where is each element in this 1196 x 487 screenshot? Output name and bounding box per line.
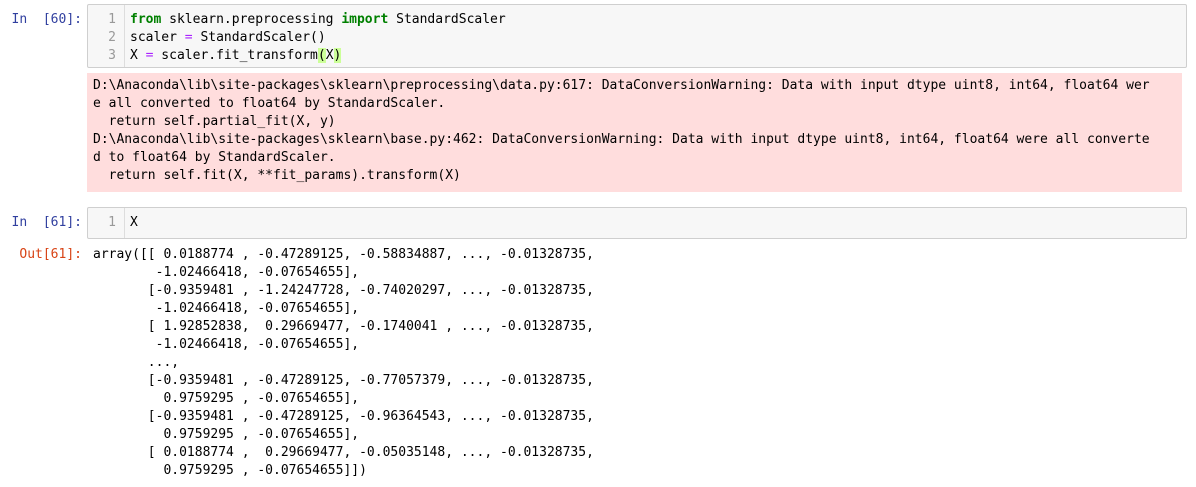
code-line: 3 X = scaler.fit_transform(X) <box>88 47 342 65</box>
output-line: 0.9759295 , -0.07654655]]) <box>93 463 367 478</box>
code-token: ) <box>333 48 342 63</box>
code-token: scaler.fit_transform <box>153 48 318 63</box>
line-number: 1 <box>108 12 116 27</box>
code-token: StandardScaler() <box>192 30 326 45</box>
output-line: [-0.9359481 , -0.47289125, -0.96364543, … <box>93 409 594 424</box>
stderr-line: return self.fit(X, **fit_params).transfo… <box>93 168 461 183</box>
input-prompt: In [60]: <box>11 12 82 27</box>
stderr-line: return self.partial_fit(X, y) <box>93 114 336 129</box>
code-token: X <box>130 48 146 63</box>
code-text: X = scaler.fit_transform(X) <box>130 47 342 65</box>
output-line: [-0.9359481 , -0.47289125, -0.77057379, … <box>93 373 594 388</box>
stderr-line: D:\Anaconda\lib\site-packages\sklearn\ba… <box>93 132 1150 147</box>
code-token: X <box>130 215 138 230</box>
code-token: scaler <box>130 30 185 45</box>
stderr-line: D:\Anaconda\lib\site-packages\sklearn\pr… <box>93 78 1150 93</box>
output-line: 0.9759295 , -0.07654655], <box>93 391 360 406</box>
code-line: 2 scaler = StandardScaler() <box>88 29 326 47</box>
code-line: 1 from sklearn.preprocessing import Stand… <box>88 11 506 29</box>
output-prompt: Out[61]: <box>19 247 82 262</box>
line-number-gutter <box>124 5 125 67</box>
code-lines: 1X <box>88 214 138 232</box>
output-line: array([[ 0.0188774 , -0.47289125, -0.588… <box>93 247 594 262</box>
code-token: X <box>325 48 334 63</box>
cell-output: array([[ 0.0188774 , -0.47289125, -0.588… <box>93 246 594 480</box>
stderr-output: D:\Anaconda\lib\site-packages\sklearn\pr… <box>87 73 1182 192</box>
output-line: [-0.9359481 , -1.24247728, -0.74020297, … <box>93 283 594 298</box>
output-line: -1.02466418, -0.07654655], <box>93 301 360 316</box>
code-editor[interactable]: 1 from sklearn.preprocessing import Stand… <box>87 4 1187 68</box>
stderr-line: e all converted to float64 by StandardSc… <box>93 96 446 111</box>
code-token: sklearn.preprocessing <box>161 12 342 27</box>
stderr-line: d to float64 by StandardScaler. <box>93 150 336 165</box>
output-line: 0.9759295 , -0.07654655], <box>93 427 360 442</box>
line-number-gutter <box>124 208 125 238</box>
code-token: from <box>130 12 162 27</box>
output-line: [ 0.0188774 , 0.29669477, -0.05035148, .… <box>93 445 594 460</box>
code-editor[interactable]: 1X <box>87 207 1187 239</box>
output-line: [ 1.92852838, 0.29669477, -0.1740041 , .… <box>93 319 594 334</box>
output-line: -1.02466418, -0.07654655], <box>93 265 360 280</box>
input-prompt: In [61]: <box>11 215 82 230</box>
output-line: -1.02466418, -0.07654655], <box>93 337 360 352</box>
code-text: from sklearn.preprocessing import Standa… <box>130 11 506 29</box>
code-text: X <box>130 214 138 232</box>
code-text: scaler = StandardScaler() <box>130 29 326 47</box>
code-token: = <box>184 30 193 45</box>
code-lines: 1 from sklearn.preprocessing import Stand… <box>88 11 506 65</box>
line-number: 2 <box>108 30 116 45</box>
code-token: ( <box>317 48 326 63</box>
code-token: import <box>341 12 389 27</box>
code-token: StandardScaler <box>388 12 506 27</box>
line-number: 3 <box>108 48 116 63</box>
line-number: 1 <box>108 215 116 230</box>
code-line: 1X <box>88 214 138 232</box>
output-line: ..., <box>93 355 180 370</box>
